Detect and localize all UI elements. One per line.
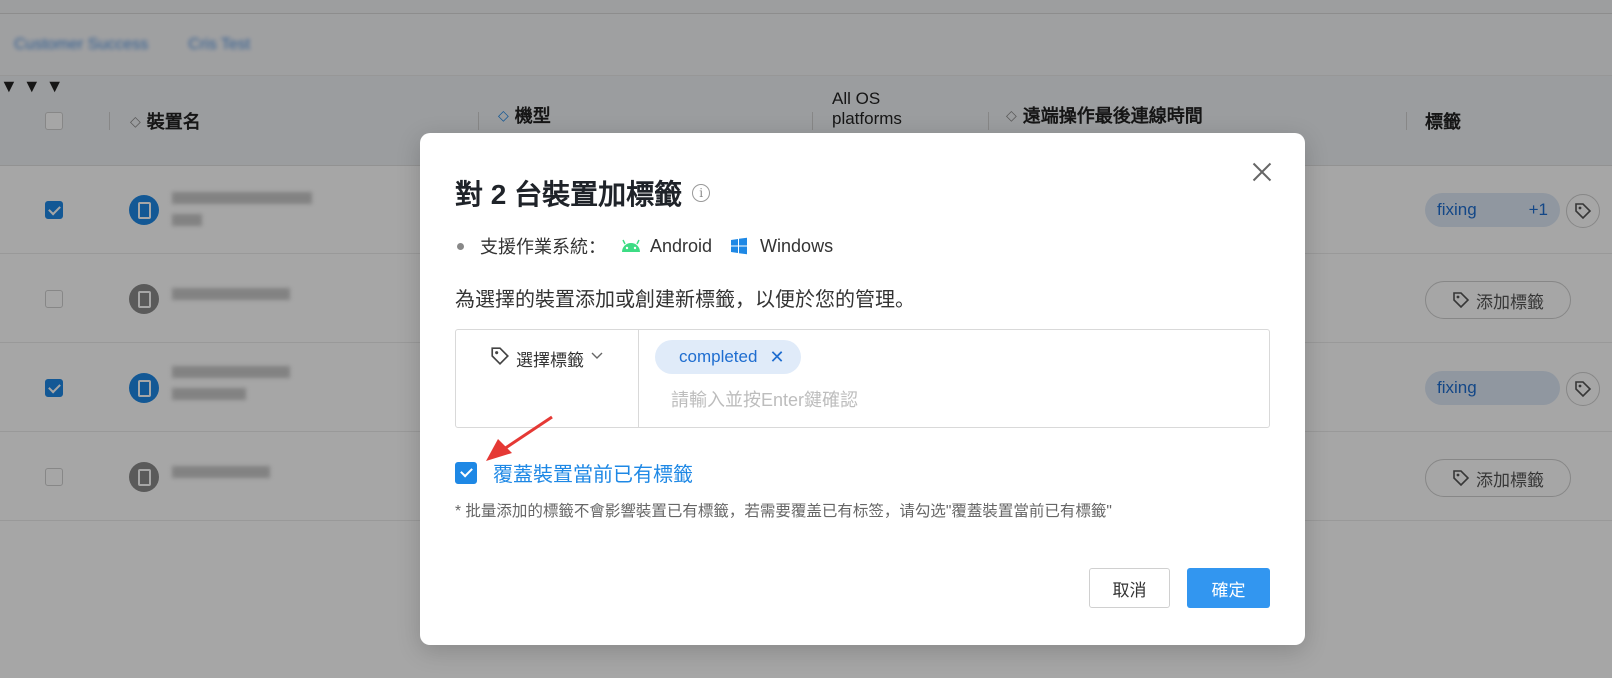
add-tags-dialog: 對 2 台裝置加標籤 i 支援作業系統： Android Windows 為選擇…: [420, 133, 1305, 645]
os-windows-label: Windows: [760, 235, 834, 256]
windows-icon: [731, 237, 748, 255]
dialog-title-text: 對 2 台裝置加標籤: [455, 179, 683, 210]
annotation-arrow-icon: [486, 415, 553, 461]
dialog-description: 為選擇的裝置添加或創建新標籤，以便於您的管理。: [455, 289, 915, 311]
override-note: * 批量添加的標籤不會影響裝置已有標籤，若需要覆盖已有标签，请勾选"覆蓋裝置當前…: [455, 503, 1112, 520]
bullet-icon: [457, 242, 464, 250]
os-label: 支援作業系統：: [480, 237, 606, 257]
chevron-down-icon: [591, 352, 603, 359]
os-android-label: Android: [650, 235, 713, 256]
confirm-button[interactable]: 確定: [1187, 568, 1270, 608]
dialog-title: 對 2 台裝置加標籤 i: [455, 173, 711, 213]
close-icon[interactable]: [1251, 161, 1273, 183]
override-checkbox[interactable]: [455, 461, 477, 484]
tag-icon: [491, 347, 509, 365]
cancel-button[interactable]: 取消: [1089, 568, 1170, 608]
info-icon[interactable]: i: [692, 184, 711, 202]
android-icon: [622, 239, 640, 252]
tag-input[interactable]: [671, 387, 1251, 413]
select-tag-label: 選擇標籤: [516, 351, 584, 370]
selected-tag-chip: completed ✕: [655, 340, 801, 374]
remove-tag-icon[interactable]: ✕: [769, 347, 784, 368]
chip-label: completed: [679, 347, 758, 366]
supported-os: 支援作業系統： Android Windows: [455, 233, 833, 259]
tag-picker: 選擇標籤 completed ✕: [455, 329, 1270, 428]
